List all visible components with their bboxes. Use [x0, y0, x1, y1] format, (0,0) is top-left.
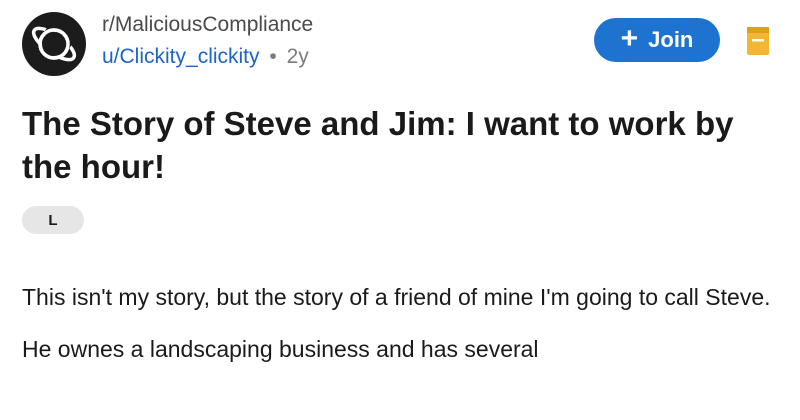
post-body: This isn't my story, but the story of a … [22, 280, 782, 384]
post-title[interactable]: The Story of Steve and Jim: I want to wo… [22, 102, 772, 188]
bookmark-icon[interactable] [746, 26, 770, 56]
meta-separator: • [269, 45, 277, 68]
body-paragraph: He ownes a landscaping business and has … [22, 336, 539, 362]
subreddit-avatar[interactable] [22, 12, 86, 76]
post-flair[interactable]: L [22, 206, 84, 234]
author-link[interactable]: u/Clickity_clickity [102, 45, 260, 68]
subreddit-name[interactable]: r/MaliciousCompliance [102, 12, 313, 38]
post-view: r/MaliciousCompliance u/Clickity_clickit… [0, 0, 800, 420]
byline: u/Clickity_clickity • 2y [102, 44, 313, 70]
body-paragraph: This isn't my story, but the story of a … [22, 284, 771, 310]
post-meta: r/MaliciousCompliance u/Clickity_clickit… [102, 12, 313, 70]
plus-icon: + [620, 21, 639, 55]
post-age: 2y [286, 45, 309, 68]
join-label: Join [648, 27, 694, 52]
post-header: r/MaliciousCompliance u/Clickity_clickit… [22, 12, 782, 76]
subreddit-planet-icon [31, 26, 77, 62]
join-button[interactable]: + Join [594, 18, 720, 62]
